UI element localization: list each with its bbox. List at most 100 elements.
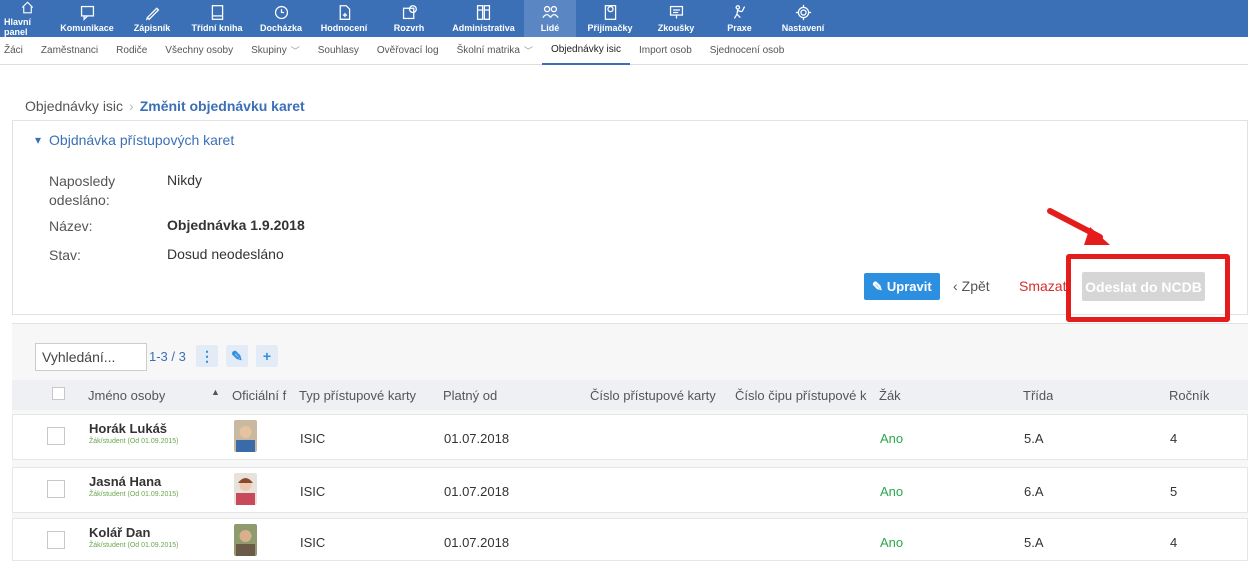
table-row[interactable]: Jasná Hana Žák/student (Od 01.09.2015) I… (12, 467, 1248, 513)
tab-all-persons[interactable]: Všechny osoby (156, 37, 242, 65)
grade: 4 (1170, 535, 1178, 550)
column-header-card-type[interactable]: Typ přístupové karty (299, 388, 416, 403)
vertical-dots-icon: ⋮ (200, 347, 214, 364)
valid-from: 01.07.2018 (444, 431, 510, 446)
add-button[interactable]: + (256, 345, 278, 367)
main-navigation: Hlavní panel Komunikace Zápisník Třídní … (0, 0, 1248, 37)
section-header[interactable]: ▾ Objdnávka přístupových karet (35, 132, 234, 148)
gear-icon (795, 4, 811, 21)
column-header-name[interactable]: Jméno osoby (88, 388, 165, 403)
table-row[interactable]: Kolář Dan Žák/student (Od 01.09.2015) IS… (12, 518, 1248, 561)
table-header: Jméno osoby ▲ Oficiální f Typ přístupové… (12, 380, 1248, 410)
calendar-icon (402, 5, 417, 20)
person-role: Žák/student (Od 01.09.2015) (89, 491, 179, 498)
pupil-flag: Ano (880, 484, 904, 499)
class: 6.A (1024, 484, 1044, 499)
column-header-valid-from[interactable]: Platný od (443, 388, 497, 403)
tab-employees[interactable]: Zaměstnanci (32, 37, 107, 65)
clock-icon (274, 5, 288, 20)
delete-button[interactable]: Smazat (1019, 278, 1066, 294)
pencil-icon: ✎ (231, 347, 243, 364)
tab-consents[interactable]: Souhlasy (309, 37, 368, 65)
more-options-button[interactable]: ⋮ (196, 345, 218, 367)
nav-item-dashboard[interactable]: Hlavní panel (0, 0, 55, 37)
last-sent-value: Nikdy (167, 172, 203, 188)
nav-item-grading[interactable]: Hodnocení (313, 0, 375, 37)
grade-icon (339, 5, 350, 20)
person-photo (234, 420, 257, 452)
edit-button[interactable]: ✎ Upravit (864, 273, 940, 300)
nav-item-notebook[interactable]: Zápisník (119, 0, 185, 37)
table-row[interactable]: Horák Lukáš Žák/student (Od 01.09.2015) … (12, 414, 1248, 460)
select-all-checkbox[interactable] (52, 387, 65, 400)
home-icon (21, 1, 34, 14)
tab-merge-persons[interactable]: Sjednocení osob (701, 37, 794, 65)
class: 5.A (1024, 535, 1044, 550)
breadcrumb-parent[interactable]: Objednávky isic (25, 98, 123, 114)
class: 5.A (1024, 431, 1044, 446)
bulk-edit-button[interactable]: ✎ (226, 345, 248, 367)
card-type: ISIC (300, 431, 326, 446)
nav-item-practice[interactable]: Praxe (708, 0, 771, 37)
state-label: Stav: (49, 247, 81, 263)
nav-item-exams[interactable]: Zkoušky (644, 0, 708, 37)
name-value: Objednávka 1.9.2018 (167, 217, 305, 233)
tab-school-register[interactable]: Školní matrika ﹀ (448, 37, 542, 65)
tab-isic-orders[interactable]: Objednávky isic (541, 37, 630, 65)
tab-pupils[interactable]: Žáci (0, 37, 32, 65)
person-photo (234, 524, 257, 556)
practice-icon (733, 5, 746, 19)
nav-item-schedule[interactable]: Rozvrh (375, 0, 443, 37)
person-role: Žák/student (Od 01.09.2015) (89, 438, 179, 445)
nav-item-settings[interactable]: Nastavení (771, 0, 835, 37)
column-header-official-photo[interactable]: Oficiální f (232, 388, 296, 403)
column-header-grade[interactable]: Ročník (1169, 388, 1209, 403)
tab-groups[interactable]: Skupiny ﹀ (242, 37, 309, 65)
column-header-class[interactable]: Třída (1023, 388, 1053, 403)
column-header-pupil[interactable]: Žák (879, 388, 901, 403)
search-input[interactable]: Vyhledání... (35, 343, 147, 371)
chevron-down-icon: ﹀ (523, 46, 533, 56)
page-title: Změnit objednávku karet (139, 98, 305, 114)
row-checkbox[interactable] (47, 427, 65, 445)
pupil-flag: Ano (880, 535, 904, 550)
sub-navigation: Žáci Zaměstnanci Rodiče Všechny osoby Sk… (0, 37, 1248, 65)
person-name[interactable]: Kolář Dan (89, 525, 150, 540)
person-name[interactable]: Jasná Hana (89, 474, 161, 489)
grade: 5 (1170, 484, 1178, 499)
pupil-flag: Ano (880, 431, 904, 446)
chevron-down-icon: ▾ (35, 133, 42, 147)
nav-item-administration[interactable]: Administrativa (443, 0, 524, 37)
card-type: ISIC (300, 535, 326, 550)
exam-icon (669, 5, 683, 19)
admission-icon (604, 5, 616, 20)
cabinet-icon (476, 5, 491, 20)
person-name[interactable]: Horák Lukáš (89, 421, 167, 436)
chevron-left-icon: ‹ (953, 278, 958, 294)
nav-item-class-book[interactable]: Třídní kniha (185, 0, 249, 37)
tab-parents[interactable]: Rodiče (107, 37, 156, 65)
name-label: Název: (49, 218, 93, 234)
chevron-down-icon: ﹀ (290, 46, 300, 56)
row-checkbox[interactable] (47, 531, 65, 549)
column-header-card-number[interactable]: Číslo přístupové karty (590, 388, 716, 403)
last-sent-label: Naposledy odesláno: (49, 173, 116, 208)
row-checkbox[interactable] (47, 480, 65, 498)
tab-import-persons[interactable]: Import osob (630, 37, 701, 65)
back-button[interactable]: ‹ Zpět (953, 278, 990, 294)
tab-verification-log[interactable]: Ověřovací log (368, 37, 448, 65)
nav-spacer (835, 0, 1248, 37)
pencil-icon: ✎ (872, 278, 883, 294)
sort-asc-icon: ▲ (211, 387, 220, 397)
nav-item-admissions[interactable]: Přijímačky (576, 0, 644, 37)
card-type: ISIC (300, 484, 326, 499)
person-role: Žák/student (Od 01.09.2015) (89, 542, 179, 549)
pencil-icon (145, 7, 159, 21)
nav-item-people[interactable]: Lidé (524, 0, 576, 37)
state-value: Dosud neodesláno (167, 246, 284, 262)
nav-item-attendance[interactable]: Docházka (249, 0, 313, 37)
valid-from: 01.07.2018 (444, 484, 510, 499)
column-header-chip-number[interactable]: Číslo čipu přístupové k (735, 388, 881, 403)
valid-from: 01.07.2018 (444, 535, 510, 550)
nav-item-communication[interactable]: Komunikace (55, 0, 119, 37)
